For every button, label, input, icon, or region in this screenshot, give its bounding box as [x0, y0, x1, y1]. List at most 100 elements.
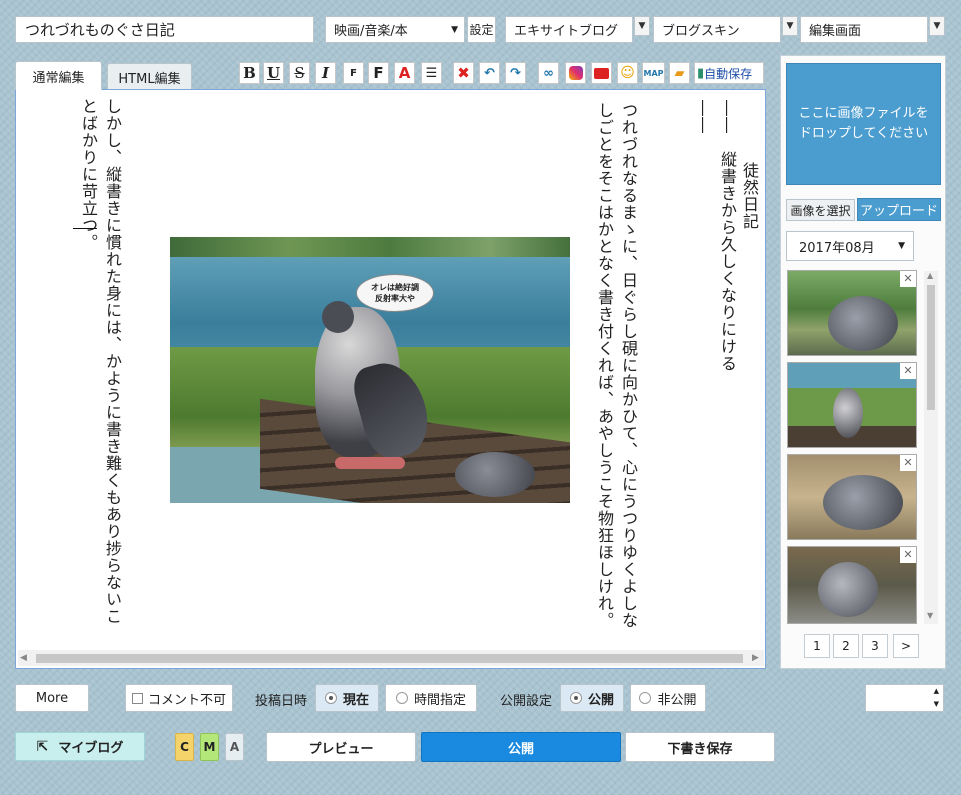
clear-format-icon[interactable]: ✖ — [453, 62, 474, 84]
private-label: 非公開 — [657, 692, 697, 708]
folder-icon[interactable]: ▰ — [669, 62, 690, 84]
image-thumbnail-1[interactable]: ✕ — [787, 270, 917, 356]
skin-select[interactable]: ブログスキン — [653, 16, 781, 43]
underline-button[interactable]: U — [263, 62, 284, 84]
font-color-button[interactable]: A — [394, 62, 415, 84]
title-value: つれづれものぐさ日記 — [25, 21, 175, 39]
pigeon-head — [322, 301, 354, 333]
image-thumbnail-3[interactable]: ✕ — [787, 454, 917, 540]
emoji-icon[interactable]: ☺ — [617, 62, 638, 84]
preview-button[interactable]: プレビュー — [266, 732, 416, 762]
chevron-down-icon: ▼ — [786, 21, 794, 31]
image-thumbnail-4[interactable]: ✕ — [787, 546, 917, 624]
publish-button[interactable]: 公開 — [421, 732, 621, 762]
tab-html-label: HTML編集 — [118, 71, 181, 87]
skin-dropdown-button[interactable]: ▼ — [782, 16, 798, 36]
no-comment-label: コメント不可 — [147, 692, 226, 708]
autosave-label: 自動保存 — [704, 66, 753, 81]
scroll-thumb[interactable] — [36, 654, 743, 663]
external-link-icon: ⇱ — [36, 738, 49, 755]
skin-value: ブログスキン — [662, 24, 740, 39]
category-select[interactable]: 映画/音楽/本 ▼ — [325, 16, 465, 43]
undo-icon[interactable]: ↶ — [479, 62, 500, 84]
post-time-specify-radio[interactable]: 時間指定 — [385, 684, 477, 712]
speech-text: オレは絶好調 反射率大や — [371, 283, 419, 303]
number-stepper[interactable]: ▲ ▼ — [865, 684, 944, 712]
thumb-pigeon — [833, 388, 863, 438]
youtube-icon[interactable] — [591, 62, 612, 84]
month-select[interactable]: 2017年08月 ▼ — [786, 231, 914, 261]
color-m-button[interactable]: M — [200, 733, 219, 761]
specify-label: 時間指定 — [413, 692, 466, 708]
photo-trees — [170, 237, 570, 259]
thumb-pigeon — [823, 475, 903, 530]
blog-dropdown-button[interactable]: ▼ — [634, 16, 650, 36]
horizontal-scrollbar[interactable]: ◀ ▶ — [18, 650, 764, 666]
chevron-down-icon: ▼ — [451, 24, 458, 35]
bold-button[interactable]: B — [239, 62, 260, 84]
close-icon[interactable]: ✕ — [900, 455, 916, 471]
page-next-button[interactable]: > — [893, 634, 919, 658]
dropzone-text: ここに画像ファイルを ドロップしてください — [798, 106, 929, 141]
blog-value: エキサイトブログ — [514, 24, 619, 39]
close-icon[interactable]: ✕ — [900, 271, 916, 287]
instagram-icon[interactable] — [565, 62, 586, 84]
image-thumbnail-2[interactable]: ✕ — [787, 362, 917, 448]
visibility-private-radio[interactable]: 非公開 — [630, 684, 706, 712]
strikethrough-button[interactable]: S — [289, 62, 310, 84]
my-blog-label: マイブログ — [58, 741, 124, 756]
stepper-down-icon[interactable]: ▼ — [934, 700, 939, 708]
month-value: 2017年08月 — [799, 240, 875, 256]
no-comment-checkbox[interactable]: コメント不可 — [125, 684, 233, 712]
blog-select[interactable]: エキサイトブログ — [505, 16, 633, 43]
color-a-button[interactable]: A — [225, 733, 244, 761]
category-settings-button[interactable]: 設定 — [467, 16, 496, 43]
font-small-button[interactable]: F — [343, 62, 364, 84]
text-cursor — [73, 228, 97, 229]
scroll-left-arrow[interactable]: ◀ — [20, 653, 27, 663]
upload-button[interactable]: アップロード — [857, 198, 941, 221]
chevron-down-icon: ▼ — [933, 21, 941, 31]
my-blog-button[interactable]: ⇱ マイブログ — [15, 732, 145, 761]
book-icon: ▮ — [697, 65, 705, 81]
instagram-glyph — [568, 66, 583, 80]
more-button[interactable]: More — [15, 684, 89, 712]
thumb-pigeon — [818, 562, 878, 617]
screen-dropdown-button[interactable]: ▼ — [929, 16, 945, 36]
close-icon[interactable]: ✕ — [900, 547, 916, 563]
thumb-scrollbar[interactable]: ▲ ▼ — [924, 271, 938, 624]
save-draft-button[interactable]: 下書き保存 — [625, 732, 775, 762]
italic-button[interactable]: I — [315, 62, 336, 84]
tab-normal-edit[interactable]: 通常編集 — [15, 61, 102, 90]
post-time-label: 投稿日時 — [255, 694, 308, 709]
align-center-button[interactable]: ☰ — [421, 62, 442, 84]
pigeon-photo[interactable]: オレは絶好調 反射率大や — [170, 237, 570, 503]
font-large-button[interactable]: F — [368, 62, 389, 84]
map-icon[interactable]: MAP — [642, 62, 665, 84]
link-icon[interactable]: ∞ — [538, 62, 559, 84]
stepper-up-icon[interactable]: ▲ — [934, 687, 939, 695]
editor-area[interactable]: 徒然日記 ―― 縦書きから久しくなりにける―― つれづれなるまゝに、日ぐらし硯に… — [15, 89, 766, 669]
close-icon[interactable]: ✕ — [900, 363, 916, 379]
thumb-pigeon — [828, 296, 898, 351]
title-input[interactable]: つれづれものぐさ日記 — [15, 16, 314, 43]
image-dropzone[interactable]: ここに画像ファイルを ドロップしてください — [786, 63, 941, 185]
thumb-scroll-up[interactable]: ▲ — [927, 271, 933, 280]
page-button-2[interactable]: 2 — [833, 634, 859, 658]
scroll-right-arrow[interactable]: ▶ — [752, 653, 759, 663]
thumb-scroll-down[interactable]: ▼ — [927, 611, 933, 620]
page-button-1[interactable]: 1 — [804, 634, 830, 658]
autosave-button[interactable]: ▮ 自動保存 — [694, 62, 764, 84]
page-button-3[interactable]: 3 — [862, 634, 888, 658]
redo-icon[interactable]: ↷ — [505, 62, 526, 84]
tab-html-edit[interactable]: HTML編集 — [107, 63, 192, 90]
post-time-now-radio[interactable]: 現在 — [315, 684, 379, 712]
screen-select[interactable]: 編集画面 — [800, 16, 928, 43]
select-image-button[interactable]: 画像を選択 — [786, 199, 855, 221]
category-value: 映画/音楽/本 — [334, 24, 408, 39]
thumb-scroll-thumb[interactable] — [927, 285, 935, 410]
visibility-public-radio[interactable]: 公開 — [560, 684, 624, 712]
color-c-button[interactable]: C — [175, 733, 194, 761]
radio-dot — [324, 692, 337, 704]
chevron-down-icon: ▼ — [638, 21, 646, 31]
